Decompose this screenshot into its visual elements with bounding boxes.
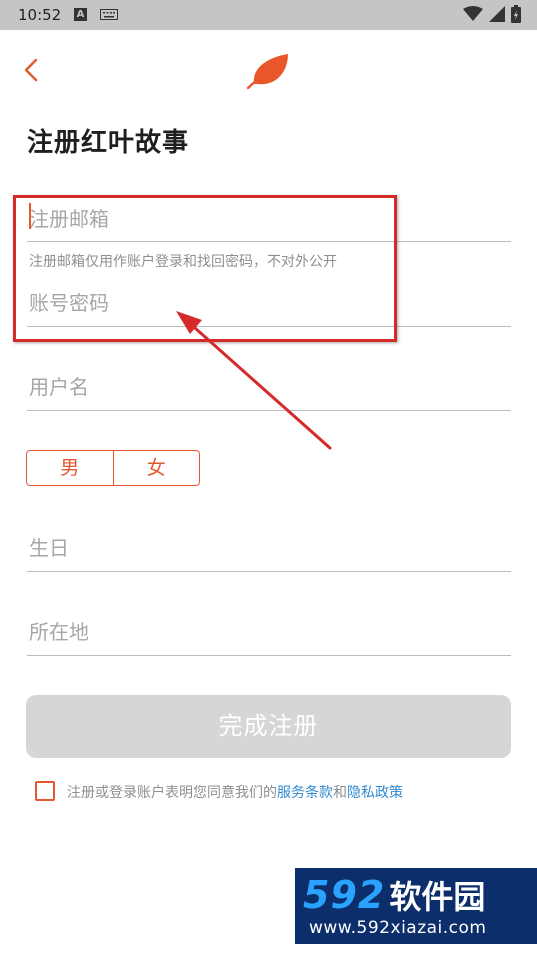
keyboard-icon	[100, 9, 118, 20]
agreement-checkbox[interactable]	[35, 781, 55, 801]
battery-icon	[511, 5, 521, 23]
terms-link[interactable]: 服务条款	[277, 785, 333, 801]
submit-button[interactable]: 完成注册	[26, 695, 511, 758]
annotation-arrow	[176, 311, 332, 450]
location-placeholder: 所在地	[29, 620, 89, 644]
agreement-prefix: 注册或登录账户表明您同意我们的	[67, 785, 277, 801]
notification-a-icon: A	[74, 8, 87, 21]
watermark-number: 592	[303, 873, 386, 917]
agreement-text: 注册或登录账户表明您同意我们的服务条款和隐私政策	[67, 782, 403, 802]
wifi-icon	[463, 6, 483, 21]
status-time: 10:52	[18, 6, 62, 24]
username-placeholder: 用户名	[29, 375, 89, 399]
agreement-and: 和	[333, 785, 347, 801]
leaf-icon	[246, 54, 288, 90]
birthday-placeholder: 生日	[29, 536, 69, 560]
page-title: 注册红叶故事	[27, 128, 190, 158]
location-field[interactable]: 所在地	[27, 604, 511, 656]
watermark-brand: 软件园	[389, 878, 486, 916]
status-bar: 10:52 A	[0, 0, 537, 30]
back-button[interactable]	[20, 55, 44, 85]
birthday-field[interactable]: 生日	[27, 520, 511, 572]
gender-male-button[interactable]: 男	[27, 451, 113, 485]
watermark-url: www.592xiazai.com	[309, 918, 487, 938]
signal-icon	[489, 6, 505, 22]
site-watermark: 592 软件园 www.592xiazai.com	[295, 868, 537, 944]
privacy-link[interactable]: 隐私政策	[347, 785, 403, 801]
